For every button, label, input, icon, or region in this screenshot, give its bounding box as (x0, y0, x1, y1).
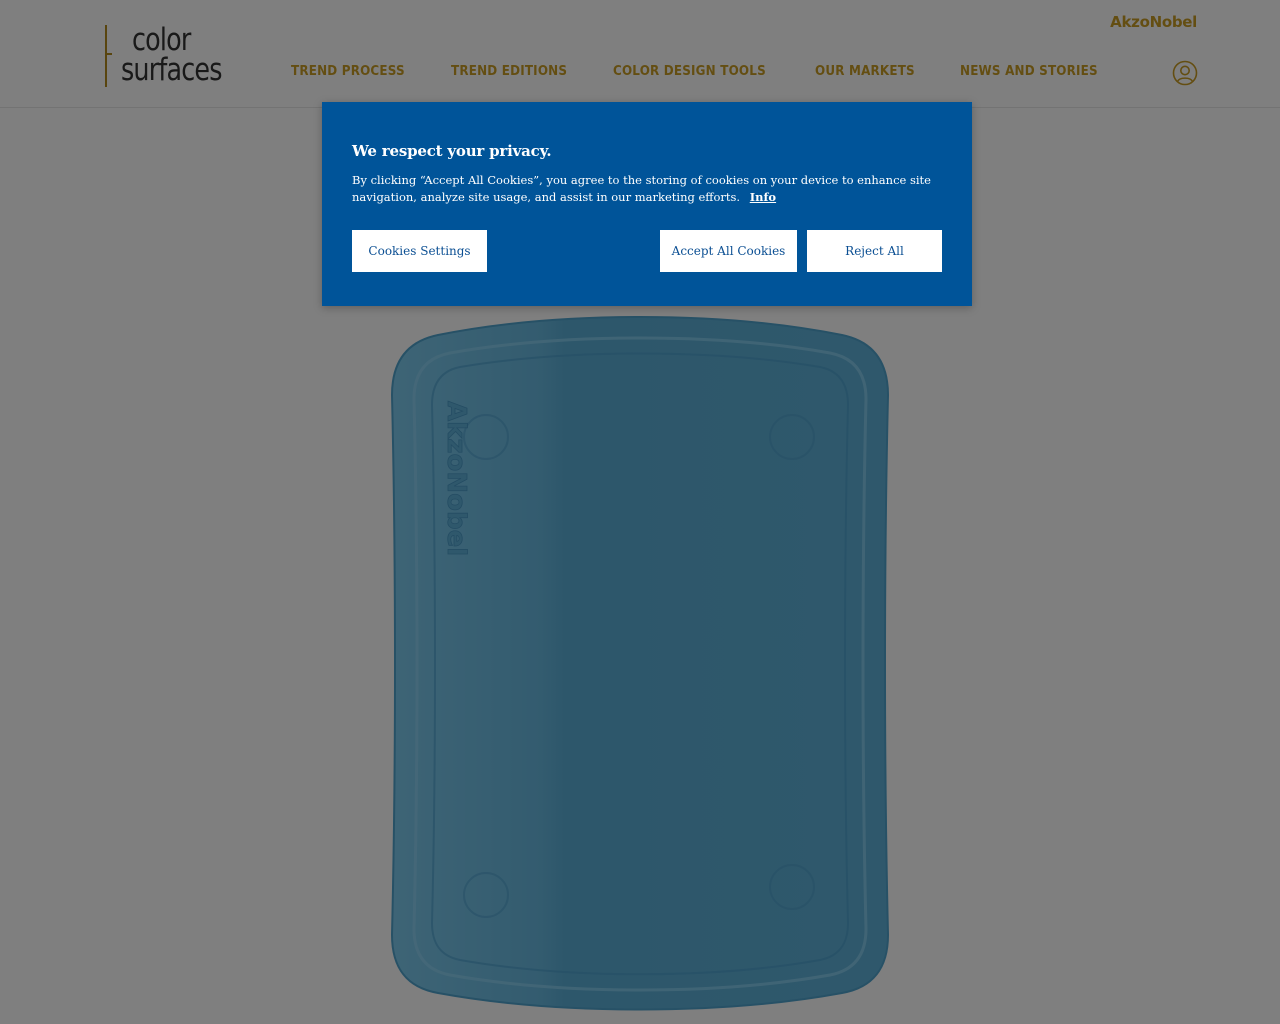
cookie-dialog-title: We respect your privacy. (352, 142, 552, 160)
cookie-info-link[interactable]: Info (750, 190, 776, 204)
accept-all-cookies-button[interactable]: Accept All Cookies (660, 230, 797, 272)
cookie-description-text: By clicking “Accept All Cookies”, you ag… (352, 173, 931, 204)
cookie-consent-dialog: We respect your privacy. By clicking “Ac… (322, 102, 972, 306)
cookies-settings-button[interactable]: Cookies Settings (352, 230, 487, 272)
cookie-dialog-description: By clicking “Accept All Cookies”, you ag… (352, 172, 942, 206)
page: color surfaces TREND PROCESS TREND EDITI… (0, 0, 1280, 1024)
reject-all-button[interactable]: Reject All (807, 230, 942, 272)
